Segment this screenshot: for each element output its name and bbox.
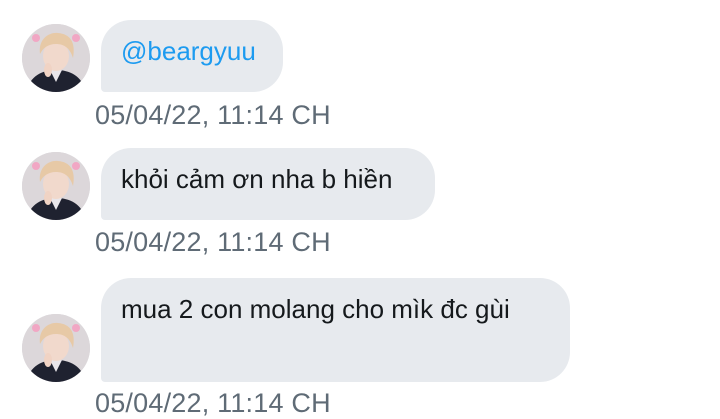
- message-text: khỏi cảm ơn nha b hiền: [121, 164, 393, 194]
- message-bubble[interactable]: khỏi cảm ơn nha b hiền: [101, 148, 435, 220]
- message-timestamp: 05/04/22, 11:14 CH: [95, 100, 331, 130]
- avatar-image: [22, 314, 90, 382]
- message-timestamp: 05/04/22, 11:14 CH: [95, 227, 331, 257]
- message-bubble[interactable]: mua 2 con molang cho mìk đc gùi: [101, 278, 570, 382]
- avatar-image: [22, 24, 90, 92]
- avatar-image: [22, 152, 90, 220]
- message-item: mua 2 con molang cho mìk đc gùi 05/04/22…: [0, 270, 720, 418]
- user-avatar[interactable]: [22, 24, 90, 92]
- mention-link[interactable]: @beargyuu: [121, 36, 256, 66]
- user-avatar[interactable]: [22, 152, 90, 220]
- message-bubble[interactable]: @beargyuu: [101, 20, 283, 92]
- message-timestamp: 05/04/22, 11:14 CH: [95, 388, 331, 418]
- message-text: mua 2 con molang cho mìk đc gùi: [121, 294, 510, 324]
- message-item: khỏi cảm ơn nha b hiền 05/04/22, 11:14 C…: [0, 140, 720, 270]
- message-item: @beargyuu 05/04/22, 11:14 CH: [0, 0, 720, 140]
- user-avatar[interactable]: [22, 314, 90, 382]
